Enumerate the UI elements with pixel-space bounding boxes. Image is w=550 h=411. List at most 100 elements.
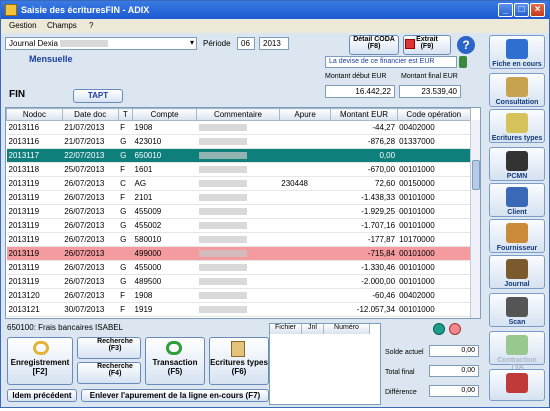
cell-code[interactable]: 00101000 <box>397 260 471 275</box>
cell-compte[interactable]: 499000 <box>132 246 197 261</box>
cell-apure[interactable] <box>279 134 331 149</box>
maximize-button[interactable]: □ <box>514 3 529 17</box>
cell-compte[interactable]: 650010 <box>132 148 197 163</box>
table-row[interactable]: 2013119 26/07/2013 F 2101 -1.438,33 00101000 <box>6 190 471 205</box>
cell-montant[interactable]: -670,00 <box>330 162 398 177</box>
col-apure[interactable]: Apure <box>278 108 332 121</box>
cell-nodoc[interactable]: 2013119 <box>6 246 63 261</box>
cell-nodoc[interactable]: 2013119 <box>6 260 63 275</box>
cell-commentaire[interactable] <box>196 232 280 247</box>
cell-commentaire[interactable] <box>196 134 280 149</box>
cell-apure[interactable] <box>279 274 331 289</box>
cell-apure[interactable] <box>279 148 331 163</box>
cell-commentaire[interactable] <box>196 274 280 289</box>
col-date[interactable]: Date doc <box>61 108 119 121</box>
cell-date[interactable]: 26/07/2013 <box>62 260 119 275</box>
sidebar-item-1[interactable]: Consultation <box>489 73 545 107</box>
cell-code[interactable]: 00402000 <box>397 288 471 303</box>
cell-code[interactable]: 00150000 <box>397 176 471 191</box>
cell-date[interactable]: 26/07/2013 <box>62 274 119 289</box>
cell-code[interactable]: 00101000 <box>397 218 471 233</box>
cell-type[interactable]: G <box>118 232 133 247</box>
cell-apure[interactable] <box>279 120 331 135</box>
cell-nodoc[interactable]: 2013118 <box>6 162 63 177</box>
cell-type[interactable]: F <box>118 302 133 317</box>
cell-code[interactable]: 00101000 <box>397 190 471 205</box>
table-row[interactable]: 2013118 25/07/2013 F 1601 -670,00 00101000 <box>6 162 471 177</box>
cell-type[interactable]: G <box>118 134 133 149</box>
cell-montant[interactable]: 0,00 <box>330 148 398 163</box>
sidebar-item-6[interactable]: Journal <box>489 255 545 289</box>
col-commentaire[interactable]: Commentaire <box>196 108 280 121</box>
cell-commentaire[interactable] <box>196 260 280 275</box>
cell-montant[interactable]: -715,84 <box>330 246 398 261</box>
cell-nodoc[interactable]: 2013119 <box>6 232 63 247</box>
cell-nodoc[interactable]: 2013121 <box>6 302 63 317</box>
cell-nodoc[interactable]: 2013119 <box>6 274 63 289</box>
cell-commentaire[interactable] <box>196 120 280 135</box>
col-nodoc[interactable]: Nodoc <box>6 108 63 121</box>
help-icon[interactable]: ? <box>457 36 475 54</box>
cell-date[interactable]: 22/07/2013 <box>62 148 119 163</box>
cell-type[interactable]: F <box>118 162 133 177</box>
cell-date[interactable]: 26/07/2013 <box>62 204 119 219</box>
col-code[interactable]: Code opération <box>396 108 472 121</box>
cell-montant[interactable]: -1.330,46 <box>330 260 398 275</box>
cell-montant[interactable]: -2.000,00 <box>330 274 398 289</box>
cell-type[interactable]: F <box>118 120 133 135</box>
sidebar-item-3[interactable]: PCMN <box>489 147 545 181</box>
cell-type[interactable]: G <box>118 260 133 275</box>
col-montant[interactable]: Montant EUR <box>330 108 398 121</box>
cell-apure[interactable] <box>279 246 331 261</box>
cell-date[interactable]: 30/07/2013 <box>62 302 119 317</box>
file-grid[interactable]: Fichier Jnl Numéro <box>269 323 381 405</box>
cell-code[interactable]: 00101000 <box>397 302 471 317</box>
cell-type[interactable]: G <box>118 218 133 233</box>
cell-montant[interactable]: -60,46 <box>330 288 398 303</box>
col-type[interactable]: T <box>117 108 134 121</box>
table-row[interactable]: 2013119 26/07/2013 G 455009 -1.929,25 0010100… <box>6 204 471 219</box>
table-row[interactable]: 2013119 26/07/2013 C AG 230448 72,60 00150000 <box>6 176 471 191</box>
journal-select[interactable]: Journal Dexia ▾ <box>5 37 197 50</box>
pink-color-indicator[interactable] <box>449 323 461 335</box>
cell-montant[interactable]: -1.929,25 <box>330 204 398 219</box>
cell-date[interactable]: 26/07/2013 <box>62 218 119 233</box>
cell-compte[interactable]: 455009 <box>132 204 197 219</box>
cell-montant[interactable]: -177,87 <box>330 232 398 247</box>
sidebar-item-8[interactable]: Contraction TVA <box>489 331 545 371</box>
cell-commentaire[interactable] <box>196 218 280 233</box>
cell-montant[interactable]: -12.057,34 <box>330 302 398 317</box>
recherche-f3-button[interactable]: Recherche (F3) <box>77 337 141 359</box>
cell-apure[interactable] <box>279 204 331 219</box>
cell-commentaire[interactable] <box>196 204 280 219</box>
table-row[interactable]: 2013119 26/07/2013 G 489500 -2.000,00 0010100… <box>6 274 471 289</box>
cell-montant[interactable]: -1.707,16 <box>330 218 398 233</box>
col-jnl[interactable]: Jnl <box>302 324 324 334</box>
cell-nodoc[interactable]: 2013119 <box>6 190 63 205</box>
menu-gestion[interactable]: Gestion <box>9 21 37 30</box>
table-row[interactable]: 2013116 21/07/2013 G 423010 -876,28 01337000 <box>6 134 471 149</box>
cell-code[interactable]: 00101000 <box>397 246 471 261</box>
sidebar-item-5[interactable]: Fournisseur <box>489 219 545 253</box>
cell-apure[interactable] <box>279 218 331 233</box>
cell-code[interactable]: 00402000 <box>397 120 471 135</box>
period-month-input[interactable]: 06 <box>237 37 255 50</box>
col-compte[interactable]: Compte <box>132 108 198 121</box>
cell-type[interactable]: G <box>118 204 133 219</box>
cell-apure[interactable] <box>279 162 331 177</box>
sidebar-item-2[interactable]: Ecritures types <box>489 109 545 143</box>
table-row[interactable]: 2013120 26/07/2013 F 1908 -60,46 00402000 <box>6 288 471 303</box>
cell-apure[interactable] <box>279 288 331 303</box>
cell-compte[interactable]: 1601 <box>132 162 197 177</box>
table-row[interactable]: 2013121 30/07/2013 F 1919 -12.057,34 00101000 <box>6 302 471 317</box>
entries-grid[interactable]: Nodoc Date doc T Compte Commentaire Apur… <box>5 107 481 319</box>
cell-type[interactable]: C <box>118 176 133 191</box>
cell-compte[interactable]: 1908 <box>132 288 197 303</box>
cell-montant[interactable]: 72,60 <box>330 176 398 191</box>
detail-coda-button[interactable]: Détail CODA (F8) <box>349 35 399 55</box>
cell-compte[interactable]: 1919 <box>132 302 197 317</box>
cell-compte[interactable]: 455000 <box>132 260 197 275</box>
cell-code[interactable]: 00101000 <box>397 162 471 177</box>
cell-nodoc[interactable]: 2013116 <box>6 134 63 149</box>
close-button[interactable]: × <box>530 3 545 17</box>
